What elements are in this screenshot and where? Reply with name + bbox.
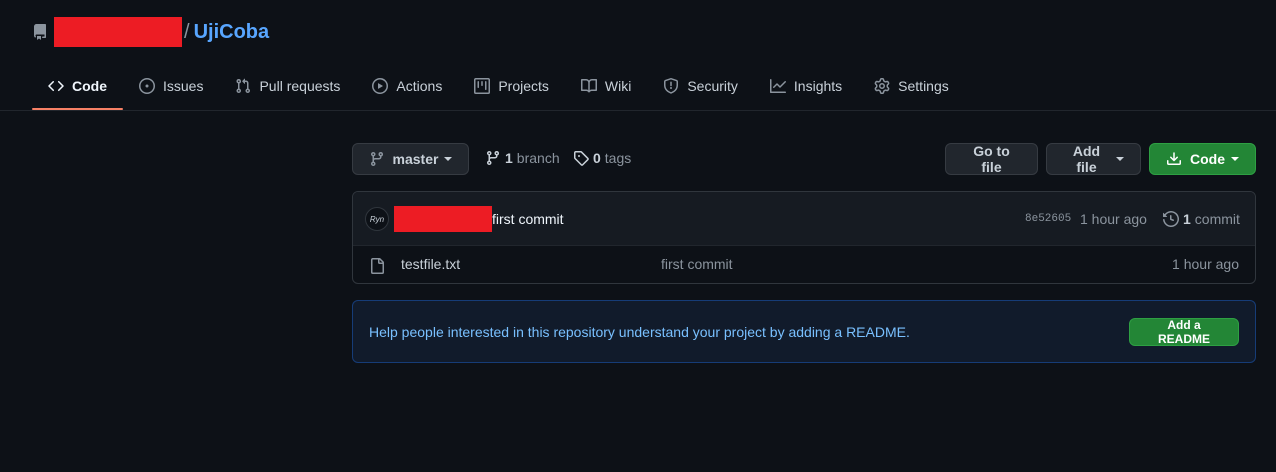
code-button-label: Code: [1190, 151, 1225, 167]
file-row[interactable]: testfile.txt first commit 1 hour ago: [353, 246, 1255, 283]
tab-projects[interactable]: Projects: [458, 66, 565, 106]
readme-prompt-banner: Help people interested in this repositor…: [352, 300, 1256, 363]
tag-word: tags: [604, 150, 632, 166]
repo-name-link[interactable]: UjiCoba: [194, 21, 270, 44]
tab-pull-requests[interactable]: Pull requests: [219, 66, 356, 106]
tab-label: Pull requests: [259, 78, 341, 94]
tab-label: Insights: [793, 78, 843, 94]
branch-name: master: [392, 151, 439, 167]
tab-code[interactable]: Code: [32, 66, 123, 110]
git-branch-icon: [486, 151, 499, 166]
book-icon: [580, 78, 597, 93]
branch-count: 1: [505, 150, 513, 166]
commit-count: 1: [1183, 211, 1191, 227]
issue-icon: [139, 78, 155, 94]
add-file-label: Add file: [1072, 143, 1101, 175]
commit-author-redacted[interactable]: [394, 206, 492, 232]
repo-icon: [32, 24, 48, 40]
repo-path-separator: /: [184, 20, 190, 43]
gear-icon: [874, 78, 890, 94]
latest-commit-row: Ryn first commit 8e52605 1 hour ago 1 co…: [353, 192, 1255, 246]
add-file-button[interactable]: Add file: [1046, 143, 1141, 175]
caret-down-icon: [444, 157, 453, 161]
commit-time: 1 hour ago: [1080, 211, 1147, 227]
go-to-file-button[interactable]: Go to file: [945, 143, 1038, 175]
pull-request-icon: [236, 78, 251, 94]
nav-divider: [0, 110, 1276, 111]
download-icon: [1167, 152, 1181, 165]
file-name-link[interactable]: testfile.txt: [401, 256, 460, 272]
play-icon: [372, 78, 389, 94]
branch-select-button[interactable]: master: [352, 143, 469, 175]
readme-prompt-text: Help people interested in this repositor…: [369, 324, 910, 340]
commit-sha[interactable]: 8e52605: [1025, 213, 1071, 225]
tab-label: Code: [72, 78, 107, 94]
git-branch-icon: [370, 152, 383, 167]
repo-header: / UjiCoba: [32, 17, 270, 47]
caret-down-icon: [1231, 157, 1239, 161]
owner-name-redacted[interactable]: [54, 17, 182, 47]
tab-settings[interactable]: Settings: [858, 66, 965, 106]
tab-actions[interactable]: Actions: [356, 66, 458, 106]
avatar[interactable]: Ryn: [365, 207, 389, 231]
tab-label: Settings: [898, 78, 949, 94]
shield-icon: [664, 78, 679, 94]
file-commit-message[interactable]: first commit: [661, 256, 733, 272]
file-icon: [369, 258, 385, 277]
tab-issues[interactable]: Issues: [123, 66, 219, 106]
tag-icon: [574, 151, 589, 166]
commit-word: commit: [1194, 211, 1240, 227]
branches-link[interactable]: 1 branch: [485, 150, 560, 166]
tags-link[interactable]: 0 tags: [573, 150, 631, 166]
tab-wiki[interactable]: Wiki: [565, 66, 647, 106]
repo-nav-tabs: Code Issues Pull requests Actions Projec…: [32, 66, 965, 110]
tab-label: Projects: [498, 78, 549, 94]
file-commit-time: 1 hour ago: [1172, 256, 1239, 272]
graph-icon: [769, 79, 786, 93]
latest-commit-message[interactable]: first commit: [492, 211, 564, 227]
branch-word: branch: [516, 150, 560, 166]
file-browser: Ryn first commit 8e52605 1 hour ago 1 co…: [352, 191, 1256, 284]
add-readme-button[interactable]: Add a README: [1129, 318, 1239, 346]
tag-count: 0: [593, 150, 601, 166]
code-download-button[interactable]: Code: [1149, 143, 1256, 175]
tab-insights[interactable]: Insights: [754, 66, 858, 106]
tab-security[interactable]: Security: [647, 66, 754, 106]
history-icon: [1163, 211, 1179, 227]
tab-label: Security: [687, 78, 738, 94]
caret-down-icon: [1116, 157, 1124, 161]
code-icon: [48, 80, 64, 92]
project-icon: [474, 78, 491, 94]
commit-history-link[interactable]: 1 commit: [1163, 211, 1240, 227]
tab-label: Issues: [163, 78, 204, 94]
tab-label: Wiki: [604, 78, 632, 94]
tab-label: Actions: [396, 78, 443, 94]
